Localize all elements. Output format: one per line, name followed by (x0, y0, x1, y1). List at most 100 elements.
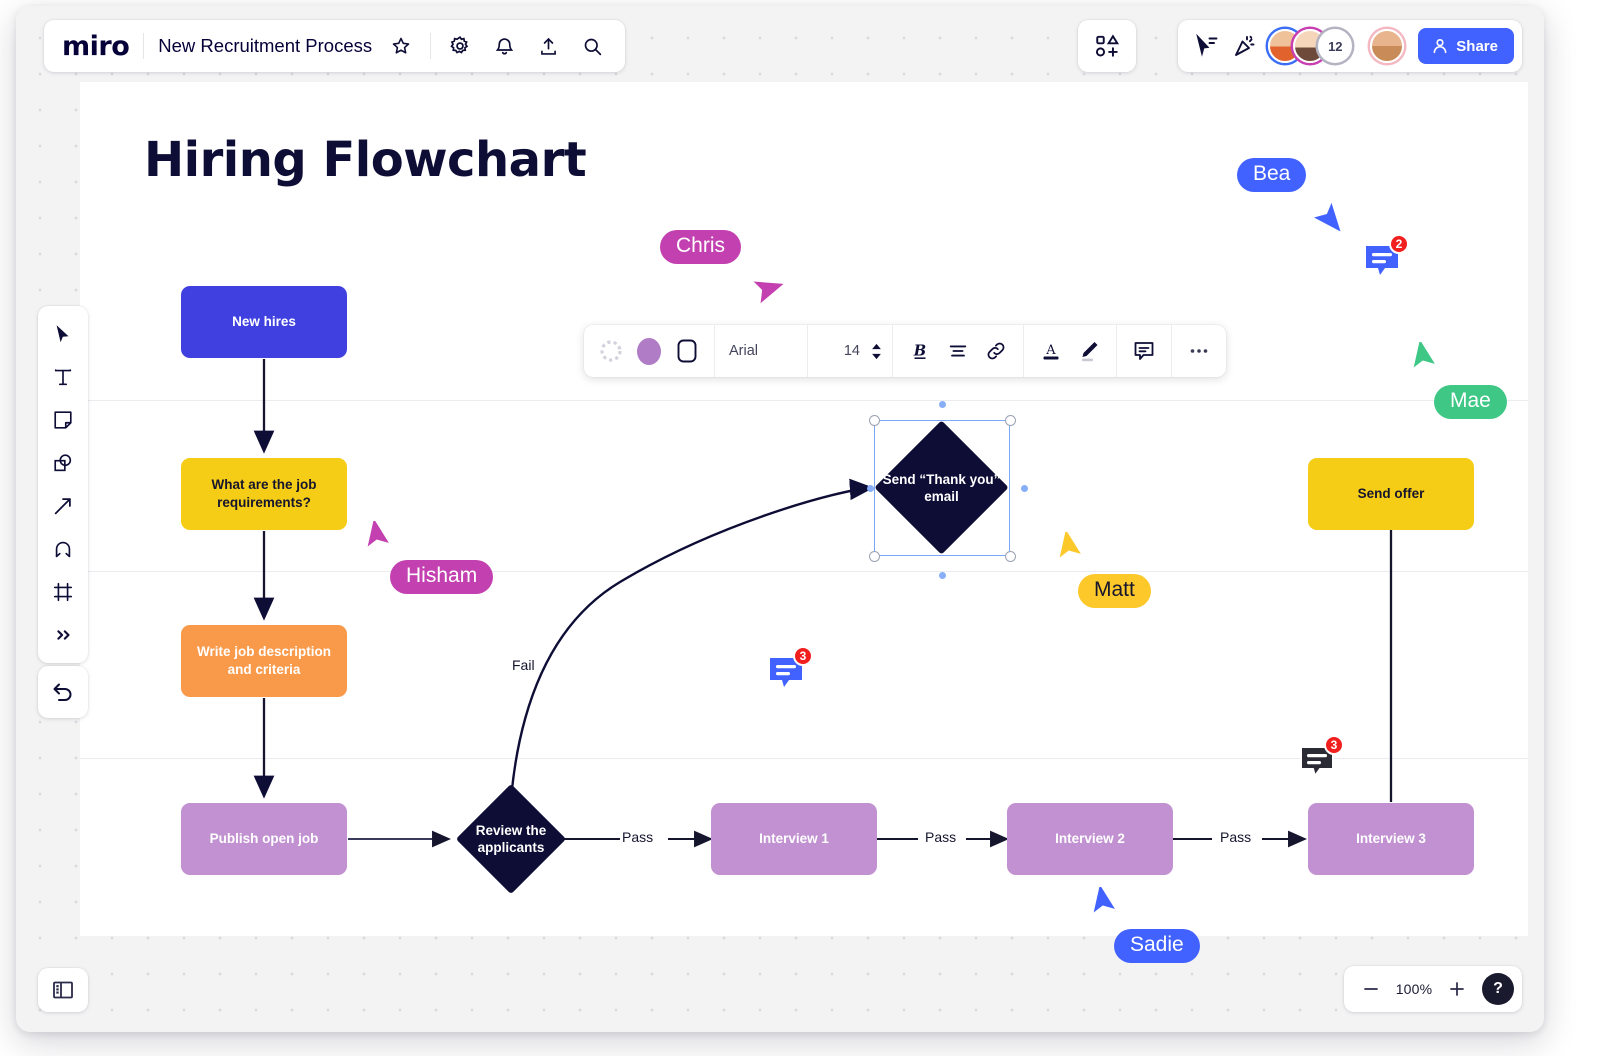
cursor-pointer-hisham (367, 521, 389, 547)
resize-handle-top-right[interactable] (1005, 415, 1016, 426)
collaborator-avatars[interactable]: 12 (1268, 29, 1353, 63)
shape-style-button[interactable] (670, 334, 704, 368)
zoom-out-button[interactable] (1356, 974, 1386, 1004)
connection-point-bottom[interactable] (939, 572, 946, 579)
cursor-label-sadie: Sadie (1114, 929, 1200, 964)
cursor-label-hisham: Hisham (390, 560, 494, 595)
connection-point-right[interactable] (1021, 485, 1028, 492)
no-fill-swatch-button[interactable] (594, 334, 628, 368)
comment-button[interactable] (1127, 334, 1161, 368)
svg-text:B: B (913, 343, 926, 360)
resize-handle-bottom-left[interactable] (869, 551, 880, 562)
more-tools[interactable] (43, 615, 83, 655)
link-button[interactable] (979, 334, 1013, 368)
font-size-input[interactable]: 14 (826, 343, 860, 359)
templates-button[interactable] (1078, 20, 1136, 72)
upload-icon[interactable] (533, 31, 563, 61)
no-fill-icon (600, 340, 622, 362)
plus-icon (1450, 982, 1464, 996)
sticky-note-icon (54, 411, 72, 429)
comment-count-badge: 3 (1324, 735, 1344, 755)
format-group-fill (584, 325, 715, 377)
format-group-size: 14 (808, 325, 893, 377)
share-button-label: Share (1456, 37, 1498, 55)
chevron-up-icon (872, 343, 881, 349)
cursor-pointer-bea (1314, 202, 1341, 232)
node-interview-1[interactable]: Interview 1 (711, 803, 877, 875)
current-user-avatar[interactable] (1370, 29, 1405, 63)
help-button[interactable]: ? (1482, 973, 1514, 1005)
fill-color-swatch (637, 337, 661, 365)
cursor-label-bea: Bea (1237, 158, 1307, 193)
node-publish-open-job[interactable]: Publish open job (181, 803, 347, 875)
format-group-text: B (893, 325, 1024, 377)
align-center-icon (949, 345, 967, 357)
node-send-offer[interactable]: Send offer (1308, 458, 1474, 530)
text-color-button[interactable]: A (1034, 334, 1068, 368)
node-interview-3[interactable]: Interview 3 (1308, 803, 1474, 875)
comment-pin-bea[interactable]: 2 (1364, 234, 1409, 284)
sticky-note-tool[interactable] (43, 400, 83, 440)
bold-icon: B (913, 343, 926, 360)
settings-gear-icon[interactable] (445, 31, 475, 61)
undo-icon (53, 683, 72, 701)
font-size-stepper[interactable] (871, 343, 882, 360)
pen-icon (55, 541, 71, 558)
highlight-button[interactable] (1072, 334, 1106, 368)
undo-button[interactable] (38, 666, 88, 718)
pen-tool[interactable] (43, 529, 83, 569)
celebrate-icon[interactable] (1230, 31, 1260, 61)
notifications-bell-icon[interactable] (489, 31, 519, 61)
miro-logo[interactable]: miro (62, 33, 130, 60)
cursor-pointer-mae (1413, 342, 1435, 368)
connection-point-top[interactable] (939, 401, 946, 408)
minus-icon (1364, 988, 1378, 990)
connection-point-left[interactable] (867, 485, 874, 492)
comment-pin-review[interactable]: 3 (768, 646, 813, 696)
person-icon (1433, 38, 1447, 54)
frame-tool[interactable] (43, 572, 83, 612)
shapes-tool[interactable] (43, 443, 83, 483)
comment-count-badge: 2 (1389, 234, 1409, 254)
cursor-share-icon[interactable] (1192, 31, 1222, 61)
ellipsis-icon (1190, 349, 1208, 353)
zoom-in-button[interactable] (1442, 974, 1472, 1004)
avatar-overflow-count[interactable]: 12 (1318, 29, 1353, 63)
comment-icon (1134, 342, 1154, 360)
comment-count-badge: 3 (793, 646, 813, 666)
divider (430, 33, 432, 59)
board-name-label[interactable]: New Recruitment Process (158, 35, 372, 57)
cursor-pointer-chris (753, 281, 784, 304)
top-toolbar: miro New Recruitment Process (44, 20, 626, 72)
node-interview-2[interactable]: Interview 2 (1007, 803, 1173, 875)
resize-handle-top-left[interactable] (869, 415, 880, 426)
share-button[interactable]: Share (1418, 28, 1514, 64)
board-frame: Fail Pass Pass Pass New hires What are t… (16, 6, 1544, 1032)
node-job-requirements[interactable]: What are the job requirements? (181, 458, 347, 530)
bold-button[interactable]: B (903, 334, 937, 368)
cursor-icon (56, 325, 69, 343)
search-icon[interactable] (577, 31, 607, 61)
more-options-button[interactable] (1182, 334, 1216, 368)
node-new-hires[interactable]: New hires (181, 286, 347, 358)
node-write-job-description[interactable]: Write job description and criteria (181, 625, 347, 697)
arrow-tool[interactable] (43, 486, 83, 526)
star-icon[interactable] (386, 31, 416, 61)
format-group-more (1172, 325, 1226, 377)
frame-icon (53, 582, 73, 602)
text-align-button[interactable] (941, 334, 975, 368)
shapes-icon (54, 454, 72, 472)
cursor-pointer-matt (1059, 532, 1081, 558)
svg-text:A: A (1045, 343, 1056, 358)
comment-pin-interview-3[interactable]: 3 (1299, 735, 1344, 785)
font-family-select[interactable]: Arial (715, 343, 807, 359)
resize-handle-bottom-right[interactable] (1005, 551, 1016, 562)
left-toolbar (38, 306, 88, 663)
toggle-side-panel-button[interactable] (38, 968, 88, 1012)
panel-icon (53, 981, 73, 999)
text-tool[interactable] (43, 357, 83, 397)
canvas-title[interactable]: Hiring Flowchart (144, 132, 587, 188)
fill-color-swatch-button[interactable] (632, 334, 666, 368)
select-tool[interactable] (43, 314, 83, 354)
zoom-level-label[interactable]: 100% (1392, 981, 1436, 997)
